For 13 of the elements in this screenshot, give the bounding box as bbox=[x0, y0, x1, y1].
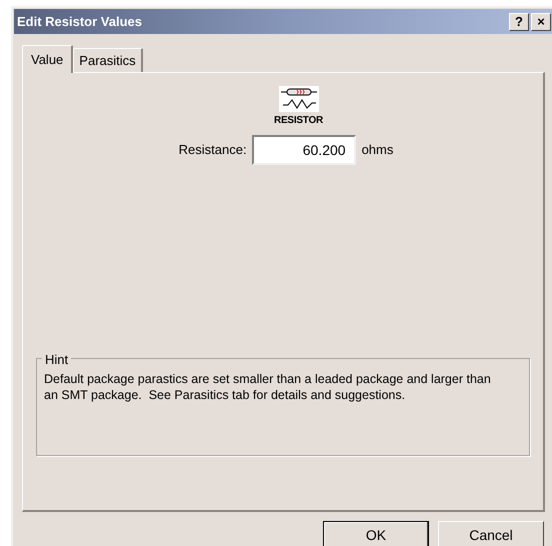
cancel-button[interactable]: Cancel bbox=[438, 521, 544, 546]
tab[interactable]: Value bbox=[22, 45, 74, 73]
unit-label: ohms bbox=[362, 141, 394, 160]
hint-text: Default package parastics are set smaller than a leaded package and larger than an SMT package. See Parasitics tab for details and suggestions. bbox=[44, 371, 492, 403]
resistance-field[interactable]: 60.200 bbox=[252, 135, 356, 165]
resistor-icon bbox=[278, 86, 318, 112]
ok-button[interactable]: OK bbox=[323, 521, 429, 546]
tab[interactable]: Parasitics bbox=[73, 48, 143, 72]
help-button[interactable]: ? bbox=[509, 12, 529, 30]
close-button[interactable]: × bbox=[531, 12, 551, 30]
resistance-label: Resistance: bbox=[178, 141, 247, 160]
window-title: Edit Resistor Values bbox=[17, 12, 142, 31]
component-caption: RESISTOR bbox=[274, 114, 323, 128]
